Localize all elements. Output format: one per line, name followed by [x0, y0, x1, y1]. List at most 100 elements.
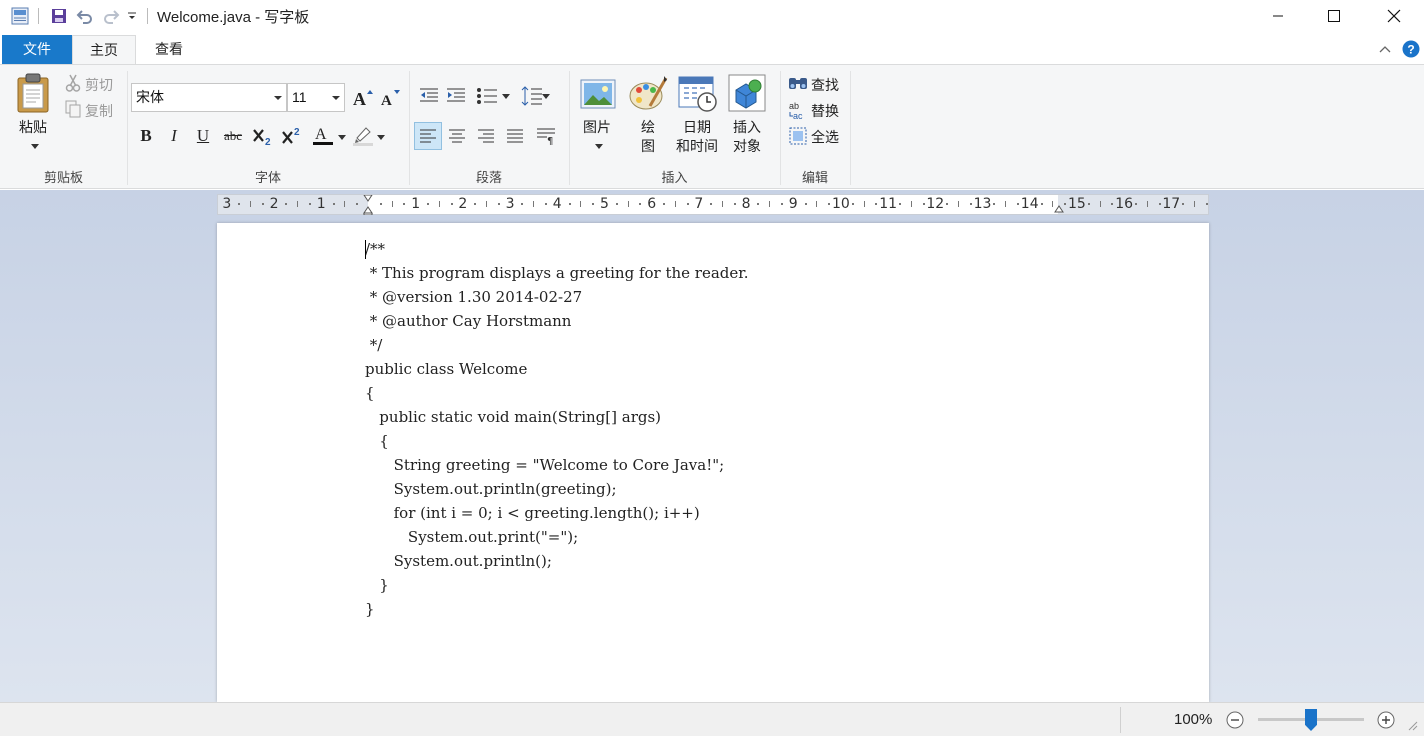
cut-button[interactable]: 剪切: [85, 75, 113, 95]
replace-button[interactable]: 替换: [811, 101, 839, 121]
right-indent-marker-icon[interactable]: [1053, 203, 1065, 215]
font-family-select[interactable]: 宋体: [131, 83, 287, 112]
ruler-tick: [851, 203, 854, 205]
align-left-icon[interactable]: [414, 122, 442, 150]
customize-toolbar-icon[interactable]: [124, 5, 140, 27]
paste-dropdown-icon[interactable]: [29, 141, 41, 151]
code-line[interactable]: }: [365, 573, 749, 597]
code-line[interactable]: {: [365, 429, 749, 453]
ruler-number: 17: [1162, 196, 1181, 212]
code-line[interactable]: * @author Cay Horstmann: [365, 309, 749, 333]
bullets-dropdown-icon[interactable]: [501, 92, 511, 100]
maximize-button[interactable]: [1311, 0, 1357, 32]
copy-button[interactable]: 复制: [85, 101, 113, 121]
align-right-icon[interactable]: [473, 123, 499, 149]
insert-object-icon[interactable]: [727, 73, 767, 113]
code-line[interactable]: System.out.println();: [365, 549, 749, 573]
font-color-dropdown-icon[interactable]: [337, 133, 347, 141]
grow-font-icon[interactable]: A: [351, 85, 375, 109]
italic-icon[interactable]: I: [162, 124, 186, 148]
ruler-tick: [958, 201, 959, 207]
increase-indent-icon[interactable]: [443, 83, 469, 109]
strikethrough-icon[interactable]: abc: [221, 124, 245, 148]
highlight-dropdown-icon[interactable]: [376, 133, 386, 141]
code-line[interactable]: {: [365, 381, 749, 405]
wordpad-app-icon[interactable]: [9, 5, 31, 27]
ruler-number: 4: [552, 196, 562, 212]
paint-drawing-button[interactable]: 绘 图: [633, 118, 663, 156]
code-line[interactable]: public class Welcome: [365, 357, 749, 381]
replace-icon[interactable]: ab ac: [788, 100, 808, 120]
minimize-button[interactable]: [1255, 0, 1301, 32]
insert-picture-button[interactable]: 图片: [576, 118, 618, 137]
document-text[interactable]: /** * This program displays a greeting f…: [365, 237, 749, 621]
line-spacing-dropdown-icon[interactable]: [541, 92, 551, 100]
font-size-select[interactable]: 11: [287, 83, 345, 112]
status-bar: 100%: [0, 702, 1424, 736]
zoom-out-icon[interactable]: [1225, 710, 1245, 730]
picture-dropdown-icon[interactable]: [593, 141, 605, 151]
bold-icon[interactable]: B: [134, 124, 158, 148]
chevron-down-icon: [274, 96, 282, 100]
find-icon[interactable]: [788, 74, 808, 92]
document-page[interactable]: /** * This program displays a greeting f…: [217, 223, 1209, 702]
code-line[interactable]: for (int i = 0; i < greeting.length(); i…: [365, 501, 749, 525]
underline-icon[interactable]: U: [191, 124, 215, 148]
svg-text:A: A: [381, 93, 392, 107]
resize-grip-icon[interactable]: [1404, 717, 1420, 733]
close-button[interactable]: [1371, 0, 1417, 32]
highlight-color-icon[interactable]: [351, 123, 375, 147]
code-line[interactable]: System.out.println(greeting);: [365, 477, 749, 501]
shrink-font-icon[interactable]: A: [378, 85, 402, 109]
collapse-ribbon-icon[interactable]: [1378, 42, 1392, 56]
ruler-tick: [297, 201, 299, 207]
code-line[interactable]: * This program displays a greeting for t…: [365, 261, 749, 285]
tab-home[interactable]: 主页: [72, 35, 136, 65]
ruler-tick: [1194, 201, 1195, 207]
tab-view[interactable]: 查看: [136, 35, 202, 64]
paint-drawing-icon[interactable]: [627, 73, 669, 113]
date-time-button[interactable]: 日期 和时间: [672, 118, 722, 156]
help-icon[interactable]: ?: [1402, 40, 1420, 58]
paste-icon[interactable]: [14, 73, 54, 113]
code-line[interactable]: }: [365, 597, 749, 621]
undo-icon[interactable]: [74, 5, 96, 27]
ruler-tick: [1017, 203, 1019, 205]
paragraph-settings-icon[interactable]: ¶: [533, 123, 559, 149]
code-line[interactable]: String greeting = "Welcome to Core Java!…: [365, 453, 749, 477]
superscript-icon[interactable]: 2: [280, 124, 304, 148]
code-line[interactable]: public static void main(String[] args): [365, 405, 749, 429]
bullets-icon[interactable]: [474, 83, 500, 109]
subscript-icon[interactable]: 2: [251, 124, 275, 148]
first-line-indent-marker-icon[interactable]: [362, 195, 374, 215]
code-line[interactable]: /**: [365, 237, 749, 261]
ruler-number: 5: [600, 196, 609, 212]
decrease-indent-icon[interactable]: [416, 83, 442, 109]
redo-icon[interactable]: [100, 5, 122, 27]
justify-icon[interactable]: [502, 123, 528, 149]
ruler-tick: [757, 203, 760, 205]
ruler-tick: [1158, 203, 1161, 205]
save-icon[interactable]: [48, 5, 70, 27]
datetime-label-line2: 和时间: [676, 138, 718, 154]
paste-button[interactable]: 粘贴: [12, 118, 54, 137]
font-color-icon[interactable]: A: [311, 123, 335, 147]
ruler-number: 3: [505, 196, 515, 212]
find-button[interactable]: 查找: [811, 75, 839, 95]
code-line[interactable]: System.out.print("=");: [365, 525, 749, 549]
ruler-tick: [332, 203, 335, 205]
title-bar: Welcome.java - 写字板: [0, 0, 1424, 32]
ruler[interactable]: 3 2 1 1 2 3 4 5 6 7 8 9 10 11 12 13 14 15 16 17: [217, 194, 1209, 215]
code-line[interactable]: * @version 1.30 2014-02-27: [365, 285, 749, 309]
code-line[interactable]: */: [365, 333, 749, 357]
picture-icon[interactable]: [579, 77, 617, 111]
tab-file[interactable]: 文件: [2, 35, 72, 64]
date-time-icon[interactable]: [677, 75, 719, 113]
align-center-icon[interactable]: [444, 123, 470, 149]
ruler-number: 1: [411, 196, 421, 212]
select-all-icon[interactable]: [788, 126, 808, 146]
select-all-button[interactable]: 全选: [811, 127, 839, 147]
zoom-in-icon[interactable]: [1376, 710, 1396, 730]
zoom-slider-thumb[interactable]: [1305, 709, 1317, 731]
insert-object-button[interactable]: 插入 对象: [725, 118, 769, 156]
